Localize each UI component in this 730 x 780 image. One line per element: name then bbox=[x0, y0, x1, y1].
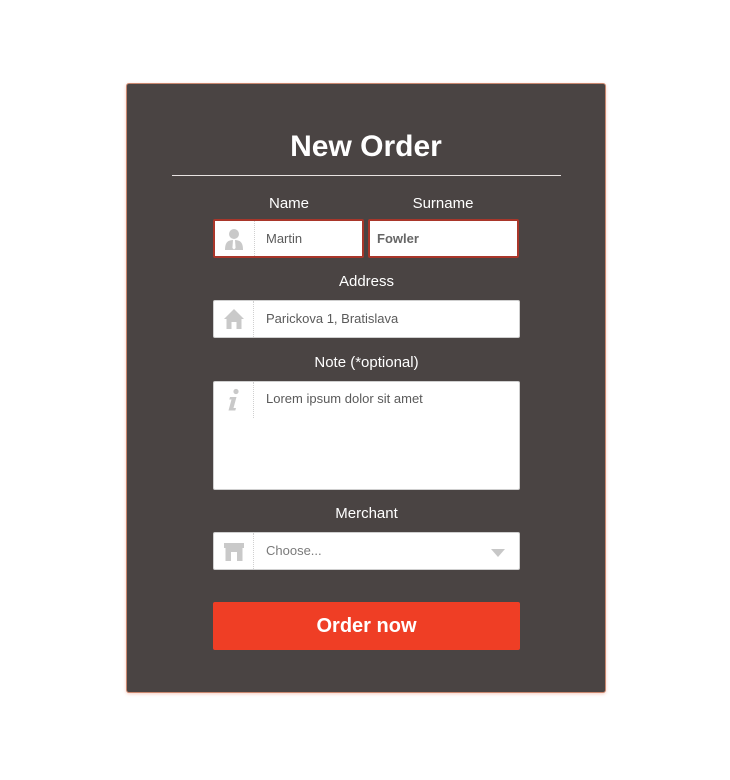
note-value: Lorem ipsum dolor sit amet bbox=[266, 391, 423, 406]
store-icon bbox=[224, 543, 244, 561]
order-now-button[interactable]: Order now bbox=[213, 602, 520, 650]
address-field[interactable]: Parickova 1, Bratislava bbox=[213, 300, 520, 338]
name-icon-cell bbox=[215, 221, 255, 256]
person-icon bbox=[225, 229, 243, 250]
name-field[interactable]: Martin bbox=[213, 219, 364, 258]
merchant-icon-cell bbox=[214, 533, 254, 569]
address-label: Address bbox=[338, 273, 395, 290]
surname-label: Surname bbox=[412, 195, 474, 212]
title-divider bbox=[172, 175, 561, 176]
name-value: Martin bbox=[266, 231, 303, 246]
address-value: Parickova 1, Bratislava bbox=[266, 311, 399, 326]
note-label: Note (*optional) bbox=[314, 354, 419, 371]
merchant-label: Merchant bbox=[335, 505, 398, 522]
form-title: New Order bbox=[290, 130, 442, 163]
chevron-down-icon[interactable] bbox=[491, 549, 505, 557]
home-icon bbox=[224, 309, 244, 329]
merchant-placeholder: Choose... bbox=[266, 543, 322, 558]
note-textarea[interactable]: Lorem ipsum dolor sit amet bbox=[213, 381, 520, 490]
address-icon-cell bbox=[214, 301, 254, 337]
info-icon bbox=[228, 388, 239, 411]
note-icon-cell bbox=[214, 382, 254, 418]
surname-value: Fowler bbox=[377, 231, 419, 246]
merchant-select[interactable]: Choose... bbox=[213, 532, 520, 570]
surname-field[interactable]: Fowler bbox=[368, 219, 519, 258]
order-form-card: New Order Name Martin Surname Fowler Add… bbox=[126, 83, 606, 693]
name-label: Name bbox=[268, 195, 309, 212]
